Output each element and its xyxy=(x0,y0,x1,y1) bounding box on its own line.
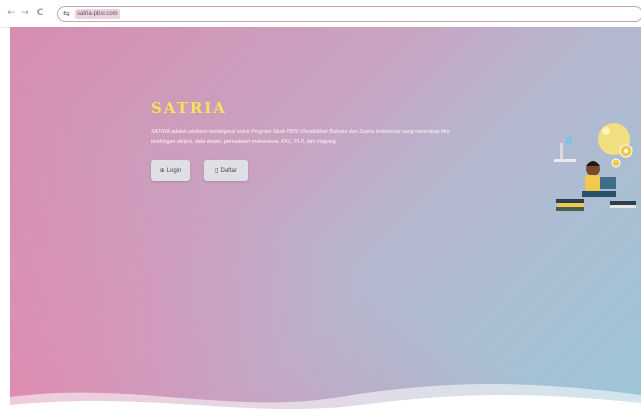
url-text[interactable]: satria-pbsi.com xyxy=(75,9,120,19)
reload-icon[interactable]: C xyxy=(35,8,45,18)
hero-section: SATRIA SATRIA adalah platform terintegra… xyxy=(10,27,641,415)
register-icon: ▯ xyxy=(215,167,219,174)
login-icon: ⊕ xyxy=(159,167,165,174)
hero-description: SATRIA adalah platform terintegrasi untu… xyxy=(151,129,450,145)
register-label: Daftar xyxy=(220,167,237,174)
student-reading-illustration xyxy=(554,123,636,211)
register-button[interactable]: ▯ Daftar xyxy=(204,160,248,181)
back-icon[interactable]: ← xyxy=(6,8,16,18)
browser-toolbar: ← → C ⇆ satria-pbsi.com xyxy=(0,0,641,28)
forward-icon[interactable]: → xyxy=(20,8,30,18)
site-settings-icon[interactable]: ⇆ xyxy=(63,8,70,20)
bottom-wave xyxy=(10,384,641,415)
login-label: Login xyxy=(166,167,182,174)
page-title: SATRIA xyxy=(151,99,227,117)
login-button[interactable]: ⊕ Login xyxy=(151,160,190,181)
address-bar[interactable]: ⇆ satria-pbsi.com xyxy=(57,6,641,22)
